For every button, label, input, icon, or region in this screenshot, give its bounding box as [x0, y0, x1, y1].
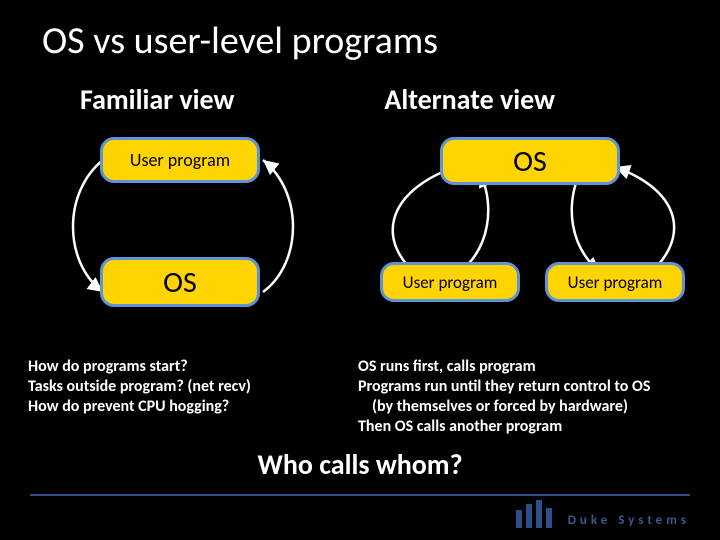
column-headers: Familiar view Alternate view: [0, 82, 720, 117]
notes-right: OS runs first, calls program Programs ru…: [358, 357, 698, 437]
col-header-left: Familiar view: [80, 82, 234, 117]
notes-left: How do programs start? Tasks outside pro…: [28, 357, 348, 437]
towers-icon: [514, 500, 558, 528]
notes-row: How do programs start? Tasks outside pro…: [0, 357, 720, 437]
box-label: OS: [513, 143, 547, 180]
box-os-left: OS: [100, 257, 260, 307]
box-user-program-left: User program: [100, 137, 260, 183]
box-label: OS: [163, 264, 197, 301]
box-os-right: OS: [440, 137, 620, 185]
footer-rule: [30, 494, 690, 496]
note-line: OS runs first, calls program: [358, 357, 698, 377]
box-user-program-right-1: User program: [380, 262, 520, 302]
brand-name: Duke Systems: [568, 513, 690, 528]
note-line: (by themselves or forced by hardware): [358, 397, 698, 417]
note-line: Tasks outside program? (net recv): [28, 377, 348, 397]
closing-question: Who calls whom?: [0, 447, 720, 482]
box-label: User program: [403, 272, 498, 293]
brand: Duke Systems: [514, 500, 690, 528]
note-line: Then OS calls another program: [358, 417, 698, 437]
box-label: User program: [130, 149, 230, 171]
box-label: User program: [568, 272, 663, 293]
note-line: How do prevent CPU hogging?: [28, 397, 348, 417]
diagram-area: User program OS: [0, 117, 720, 357]
box-user-program-right-2: User program: [545, 262, 685, 302]
col-header-right: Alternate view: [384, 82, 555, 117]
page-title: OS vs user-level programs: [0, 0, 720, 64]
note-line: How do programs start?: [28, 357, 348, 377]
note-line: Programs run until they return control t…: [358, 377, 698, 397]
